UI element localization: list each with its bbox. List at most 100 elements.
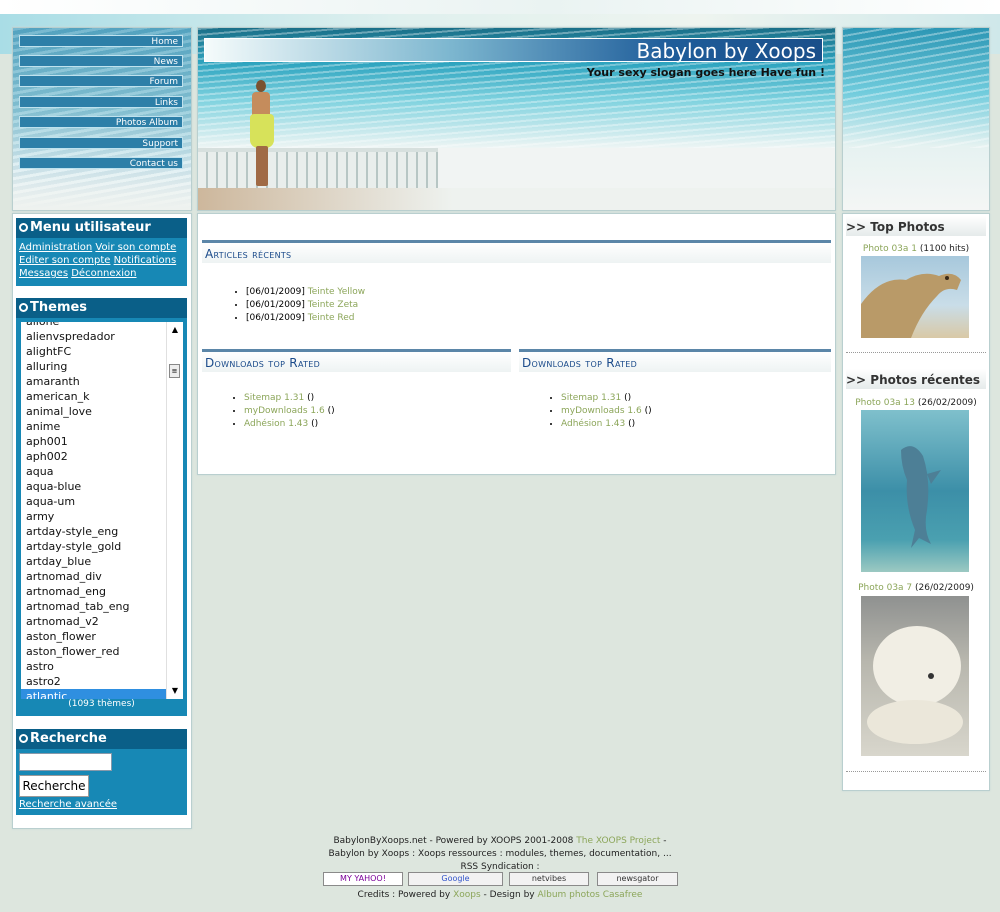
theme-option[interactable]: artnomad_div [21, 569, 167, 584]
link-deconnexion[interactable]: Déconnexion [71, 268, 136, 279]
theme-option[interactable]: alluring [21, 359, 167, 374]
theme-option[interactable]: astro2 [21, 674, 167, 689]
recent-photo-caption: Photo 03a 7 (26/02/2009) [858, 583, 974, 593]
my-yahoo-badge[interactable]: MY YAHOO! [323, 872, 403, 886]
search-input[interactable] [19, 753, 112, 771]
site-title[interactable]: Babylon by Xoops [204, 38, 823, 63]
downloads-left-heading: Downloads top Rated [202, 349, 511, 372]
nav-home[interactable]: Home [19, 35, 183, 47]
scroll-down-icon[interactable]: ▼ [170, 686, 180, 696]
advanced-search-link[interactable]: Recherche avancée [19, 799, 117, 810]
link-administration[interactable]: Administration [19, 242, 92, 253]
theme-option[interactable]: anime [21, 419, 167, 434]
nav-links[interactable]: Links [19, 96, 183, 108]
theme-option[interactable]: aph001 [21, 434, 167, 449]
link-messages[interactable]: Messages [19, 268, 68, 279]
article-link[interactable]: Teinte Yellow [308, 287, 365, 297]
photo-link[interactable]: Photo 03a 7 [858, 583, 912, 593]
theme-option[interactable]: aston_flower [21, 629, 167, 644]
list-item: Sitemap 1.31 () [244, 392, 335, 405]
nav-photos-album[interactable]: Photos Album [19, 116, 183, 128]
themes-scrollbar[interactable]: ▲ ≡ ▼ [166, 322, 183, 699]
scroll-up-icon[interactable]: ▲ [170, 325, 180, 335]
theme-option[interactable]: astro [21, 659, 167, 674]
nav-contact-us[interactable]: Contact us [19, 157, 183, 169]
theme-option[interactable]: alightFC [21, 344, 167, 359]
themes-select-list[interactable]: alione alienvspredadoralightFCalluringam… [21, 322, 183, 699]
theme-option[interactable]: american_k [21, 389, 167, 404]
download-link[interactable]: Sitemap 1.31 [244, 393, 304, 403]
list-item: [06/01/2009] Teinte Yellow [246, 286, 365, 299]
link-notifications[interactable]: Notifications [114, 255, 177, 266]
nav-forum[interactable]: Forum [19, 75, 183, 87]
theme-option[interactable]: army [21, 509, 167, 524]
rss-badges: MY YAHOO! Google netvibes newsgator [323, 872, 683, 886]
theme-option[interactable]: alienvspredador [21, 329, 167, 344]
themes-options: alione alienvspredadoralightFCalluringam… [21, 322, 167, 699]
nav-news[interactable]: News [19, 55, 183, 67]
right-column: >> Top Photos Photo 03a 1 (1100 hits) >>… [842, 213, 990, 791]
download-link[interactable]: Sitemap 1.31 [561, 393, 621, 403]
header-beach [198, 188, 835, 210]
newsgator-badge[interactable]: newsgator [597, 872, 678, 886]
theme-option[interactable]: artnomad_v2 [21, 614, 167, 629]
downloads-right-heading: Downloads top Rated [519, 349, 831, 372]
list-item: Adhésion 1.43 () [244, 418, 335, 431]
dolphin-photo[interactable] [861, 410, 969, 572]
search-title: Recherche [16, 729, 187, 749]
camel-photo[interactable] [861, 256, 969, 338]
block-bullet-icon [19, 223, 28, 232]
download-link[interactable]: myDownloads 1.6 [561, 406, 642, 416]
theme-option[interactable]: aph002 [21, 449, 167, 464]
nav-support[interactable]: Support [19, 137, 183, 149]
divider [846, 352, 986, 353]
downloads-right-list: Sitemap 1.31 () myDownloads 1.6 () Adhés… [547, 392, 652, 431]
theme-option[interactable]: animal_love [21, 404, 167, 419]
theme-option[interactable]: amaranth [21, 374, 167, 389]
scroll-thumb[interactable]: ≡ [169, 364, 180, 378]
link-editer-compte[interactable]: Editer son compte [19, 255, 110, 266]
credits-casafree-link[interactable]: Album photos Casafree [537, 890, 642, 900]
search-button[interactable]: Recherche [19, 775, 89, 797]
theme-option[interactable]: aqua-um [21, 494, 167, 509]
divider [846, 771, 986, 772]
netvibes-badge[interactable]: netvibes [509, 872, 589, 886]
article-link[interactable]: Teinte Red [308, 313, 355, 323]
theme-option[interactable]: artday_blue [21, 554, 167, 569]
footer-line-2: Babylon by Xoops : Xoops ressources : mo… [328, 849, 672, 859]
list-item: myDownloads 1.6 () [561, 405, 652, 418]
photo-link[interactable]: Photo 03a 1 [863, 244, 917, 254]
theme-option[interactable]: aqua-blue [21, 479, 167, 494]
theme-option[interactable]: atlantic [21, 689, 167, 699]
recent-articles-heading: Articles récents [202, 240, 831, 263]
google-badge[interactable]: Google [408, 872, 503, 886]
theme-option[interactable]: artday-style_gold [21, 539, 167, 554]
theme-option[interactable]: aqua [21, 464, 167, 479]
theme-option[interactable]: artnomad_tab_eng [21, 599, 167, 614]
download-link[interactable]: myDownloads 1.6 [244, 406, 325, 416]
header-balustrade [198, 148, 438, 192]
camel-icon [861, 273, 961, 338]
recent-articles-list: [06/01/2009] Teinte Yellow [06/01/2009] … [232, 286, 365, 325]
recent-photo-caption: Photo 03a 13 (26/02/2009) [855, 398, 977, 408]
footer-credits: Credits : Powered by Xoops - Design by A… [357, 890, 643, 900]
header-woman-figure [246, 80, 278, 186]
theme-option[interactable]: alione [21, 322, 167, 329]
theme-option[interactable]: artday-style_eng [21, 524, 167, 539]
search-block: Recherche Recherche Recherche avancée [16, 729, 187, 815]
list-item: Sitemap 1.31 () [561, 392, 652, 405]
recent-photos-heading: >> Photos récentes [846, 369, 986, 389]
xoops-project-link[interactable]: The XOOPS Project [576, 836, 660, 846]
download-link[interactable]: Adhésion 1.43 [244, 419, 308, 429]
link-voir-compte[interactable]: Voir son compte [95, 242, 176, 253]
polar-bear-photo[interactable] [861, 596, 969, 756]
main-content: Articles récents [06/01/2009] Teinte Yel… [197, 213, 836, 475]
theme-option[interactable]: aston_flower_red [21, 644, 167, 659]
download-link[interactable]: Adhésion 1.43 [561, 419, 625, 429]
photo-link[interactable]: Photo 03a 13 [855, 398, 915, 408]
main-navigation: Home News Forum Links Photos Album Suppo… [12, 27, 192, 211]
credits-xoops-link[interactable]: Xoops [453, 890, 481, 900]
theme-option[interactable]: artnomad_eng [21, 584, 167, 599]
article-link[interactable]: Teinte Zeta [308, 300, 358, 310]
nav-background-sand [13, 172, 191, 210]
